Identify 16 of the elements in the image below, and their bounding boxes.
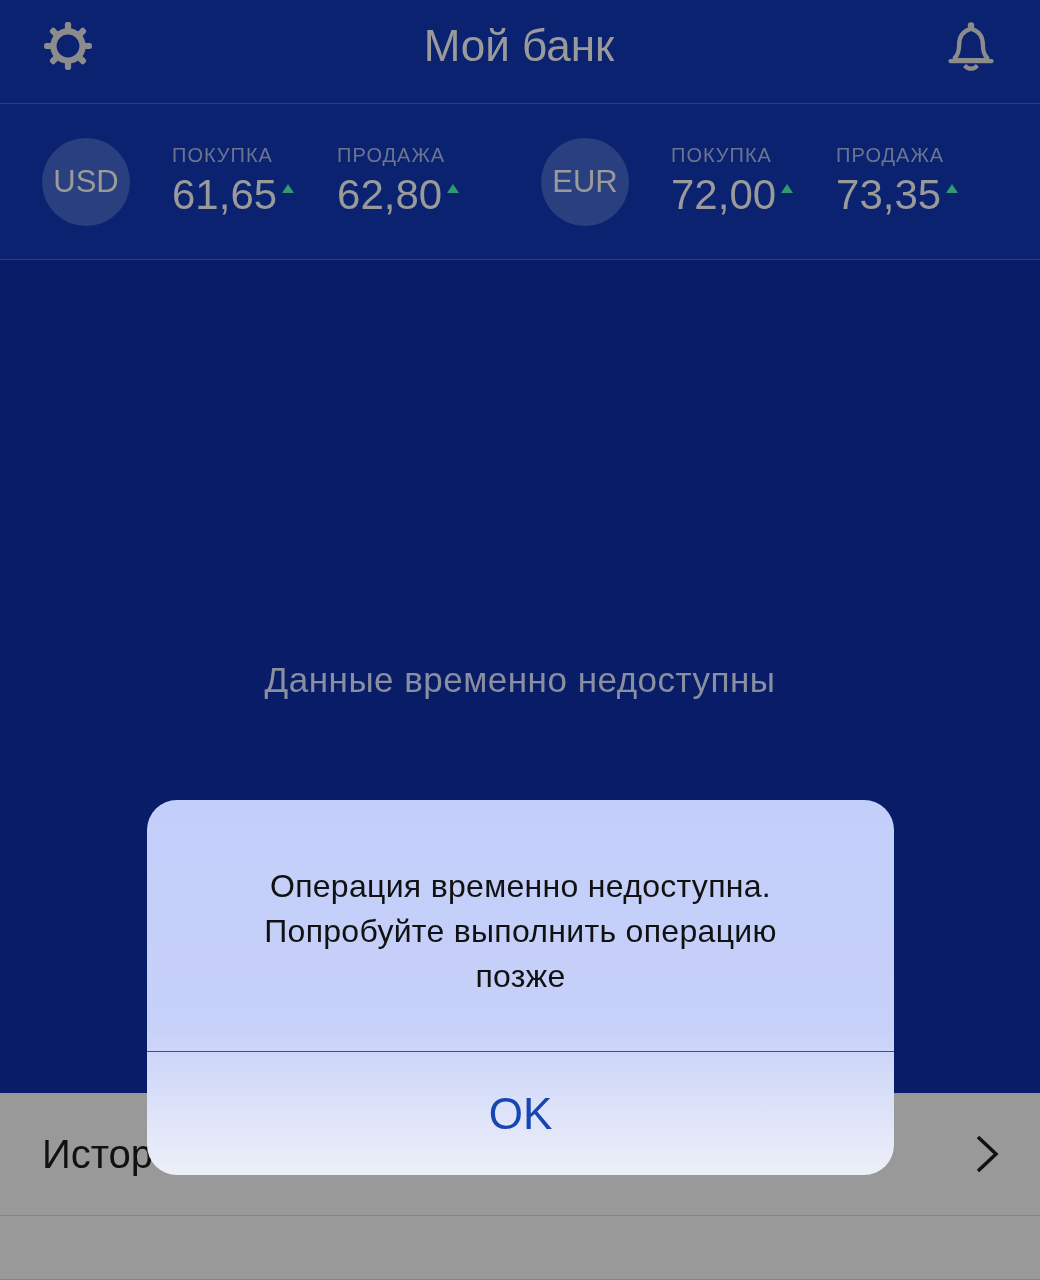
currency-badge: EUR xyxy=(541,137,629,226)
rate-value: 62,80 xyxy=(337,171,443,219)
rate-value: 61,65 xyxy=(172,171,278,219)
alert-message: Операция временно недоступна. Попробуйте выполнить операцию позже xyxy=(147,800,894,1052)
rate-value: 72,00 xyxy=(671,171,777,219)
currency-badge: USD xyxy=(42,137,130,226)
rate-label: ПОКУПКА xyxy=(671,144,773,167)
rate-value: 73,35 xyxy=(836,171,942,219)
settings-icon[interactable] xyxy=(42,19,94,72)
chevron-right-icon[interactable] xyxy=(974,1134,1000,1174)
rate-label: ПОКУПКА xyxy=(172,144,274,167)
rate-label: ПРОДАЖА xyxy=(836,144,946,167)
screen-title: Мой банк xyxy=(423,20,615,71)
rate-label: ПРОДАЖА xyxy=(337,144,447,167)
menu-item-label: Истор xyxy=(42,1131,154,1177)
empty-state-message: Данные временно недоступны xyxy=(264,660,776,700)
